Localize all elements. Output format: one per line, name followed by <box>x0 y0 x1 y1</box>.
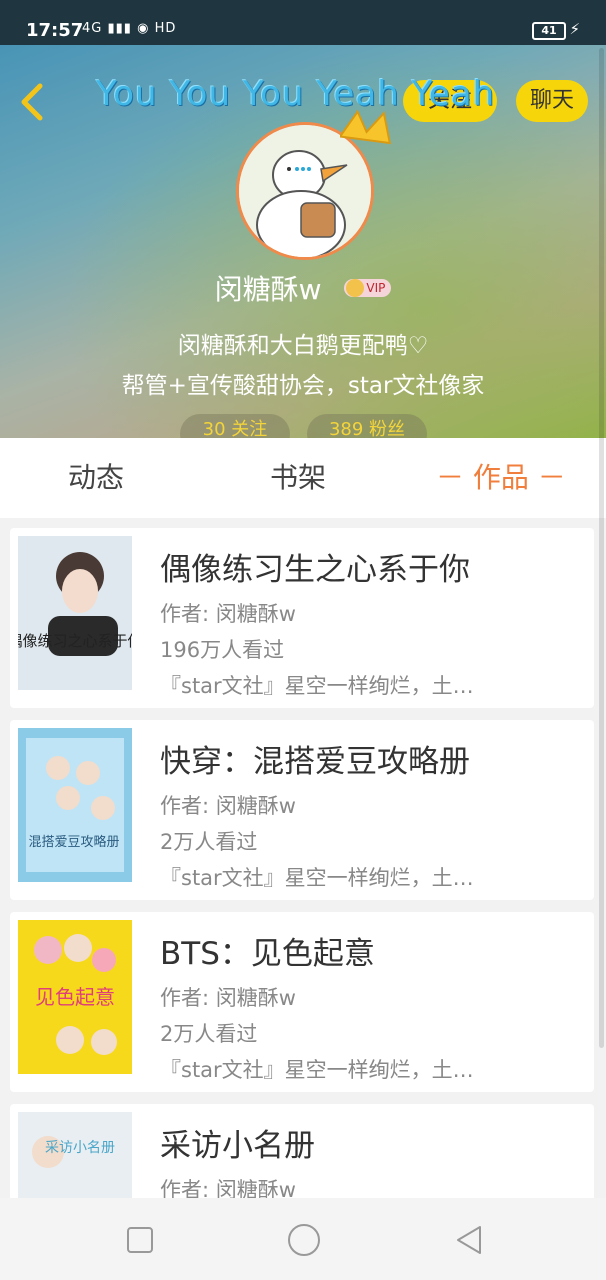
book-views: 2万人看过 <box>160 1022 258 1046</box>
back-button[interactable] <box>16 82 50 122</box>
book-cover: 混搭爱豆攻略册 <box>18 728 132 882</box>
book-author: 作者: 闵糖酥w <box>160 794 296 818</box>
cover-title-1: 偶像练习之心系于你 <box>18 632 132 650</box>
music-title-overlay: You You You Yeah Yeah <box>96 74 496 114</box>
tab-dynamics[interactable]: 动态 <box>68 456 124 496</box>
cover-title-4: 采访小名册 <box>45 1140 115 1156</box>
work-card[interactable]: 见色起意 BTS：见色起意 作者: 闵糖酥w 2万人看过 『star文社』星空一… <box>10 912 594 1092</box>
work-card[interactable]: 采访小名册 采访小名册 作者: 闵糖酥w <box>10 1104 594 1198</box>
book-description: 『star文社』星空一样绚烂，土… <box>160 674 474 698</box>
cover-image: 混搭爱豆攻略册 <box>26 738 124 872</box>
triangle-back-icon <box>457 1226 481 1254</box>
crown-icon <box>338 108 394 156</box>
chevron-left-icon <box>21 83 43 121</box>
circle-icon <box>288 1224 320 1256</box>
square-icon <box>127 1227 153 1253</box>
cover-image: 见色起意 <box>34 934 117 1055</box>
username-row: 闵糖酥w VIP <box>0 268 606 308</box>
cover-image: 偶像练习之心系于你 <box>18 552 132 656</box>
cover-title-2: 混搭爱豆攻略册 <box>28 834 119 850</box>
status-bar: 17:57 4G ▮▮▮ ◉ HD 41 ⚡ <box>0 0 606 45</box>
vip-icon <box>346 279 365 297</box>
vip-badge: VIP <box>344 279 392 297</box>
work-card[interactable]: 偶像练习之心系于你 偶像练习生之心系于你 作者: 闵糖酥w 196万人看过 『s… <box>10 528 594 708</box>
book-author: 作者: 闵糖酥w <box>160 602 296 626</box>
book-title: 采访小名册 <box>160 1128 315 1164</box>
system-navigation-bar <box>0 1198 606 1280</box>
system-back-button[interactable] <box>450 1220 490 1260</box>
charging-icon: ⚡ <box>569 20 580 38</box>
bio-line-2: 帮管+宣传酸甜协会，star文社像家 <box>121 373 485 399</box>
book-title: 偶像练习生之心系于你 <box>160 552 470 588</box>
work-card[interactable]: 混搭爱豆攻略册 快穿：混搭爱豆攻略册 作者: 闵糖酥w 2万人看过 『star文… <box>10 720 594 900</box>
book-title: 快穿：混搭爱豆攻略册 <box>160 744 470 780</box>
cover-image: 采访小名册 <box>32 1136 115 1168</box>
network-type: 4G <box>82 21 103 36</box>
tab-bookshelf[interactable]: 书架 <box>270 456 326 496</box>
book-description: 『star文社』星空一样绚烂，土… <box>160 866 474 890</box>
book-author: 作者: 闵糖酥w <box>160 1178 296 1198</box>
status-time: 17:57 <box>26 20 84 41</box>
book-cover: 偶像练习之心系于你 <box>18 536 132 690</box>
bio-line-1: 闵糖酥和大白鹅更配鸭♡ <box>177 333 429 359</box>
battery-icon: 41 <box>532 22 566 40</box>
signal-icon: 4G ▮▮▮ ◉ HD <box>82 21 177 36</box>
works-list: 偶像练习之心系于你 偶像练习生之心系于你 作者: 闵糖酥w 196万人看过 『s… <box>0 518 606 1198</box>
book-cover: 采访小名册 <box>18 1112 132 1198</box>
hd-label: HD <box>154 21 177 36</box>
book-title: BTS：见色起意 <box>160 936 375 972</box>
book-description: 『star文社』星空一样绚烂，土… <box>160 1058 474 1082</box>
tab-works[interactable]: － 作品 － <box>436 456 566 496</box>
cover-title-3: 见色起意 <box>35 985 115 1009</box>
profile-tabs: 动态 书架 － 作品 － <box>0 438 606 518</box>
book-views: 196万人看过 <box>160 638 285 662</box>
chat-button[interactable]: 聊天 <box>516 80 588 122</box>
home-button[interactable] <box>284 1220 324 1260</box>
book-cover: 见色起意 <box>18 920 132 1074</box>
recent-apps-button[interactable] <box>120 1220 160 1260</box>
vip-label: VIP <box>366 281 386 295</box>
book-author: 作者: 闵糖酥w <box>160 986 296 1010</box>
book-views: 2万人看过 <box>160 830 258 854</box>
scrollbar[interactable] <box>599 48 604 1048</box>
username: 闵糖酥w <box>214 273 322 306</box>
